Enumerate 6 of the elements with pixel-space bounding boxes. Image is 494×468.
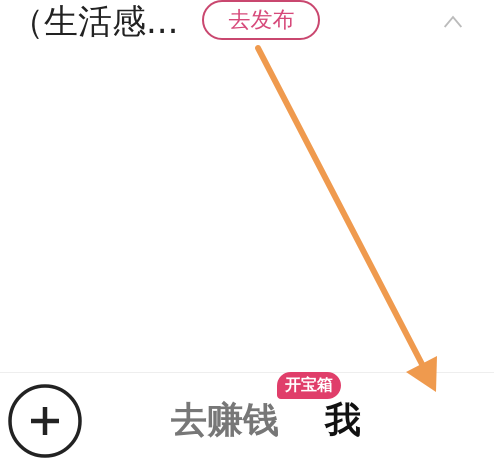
- nav-tab[interactable]: 去赚钱: [171, 396, 279, 445]
- badge: 开宝箱: [277, 372, 341, 399]
- publish-button[interactable]: 去发布: [202, 0, 320, 40]
- post-title: （生活感...: [10, 1, 178, 44]
- nav-tab[interactable]: 我: [325, 396, 361, 445]
- add-icon[interactable]: [7, 382, 83, 458]
